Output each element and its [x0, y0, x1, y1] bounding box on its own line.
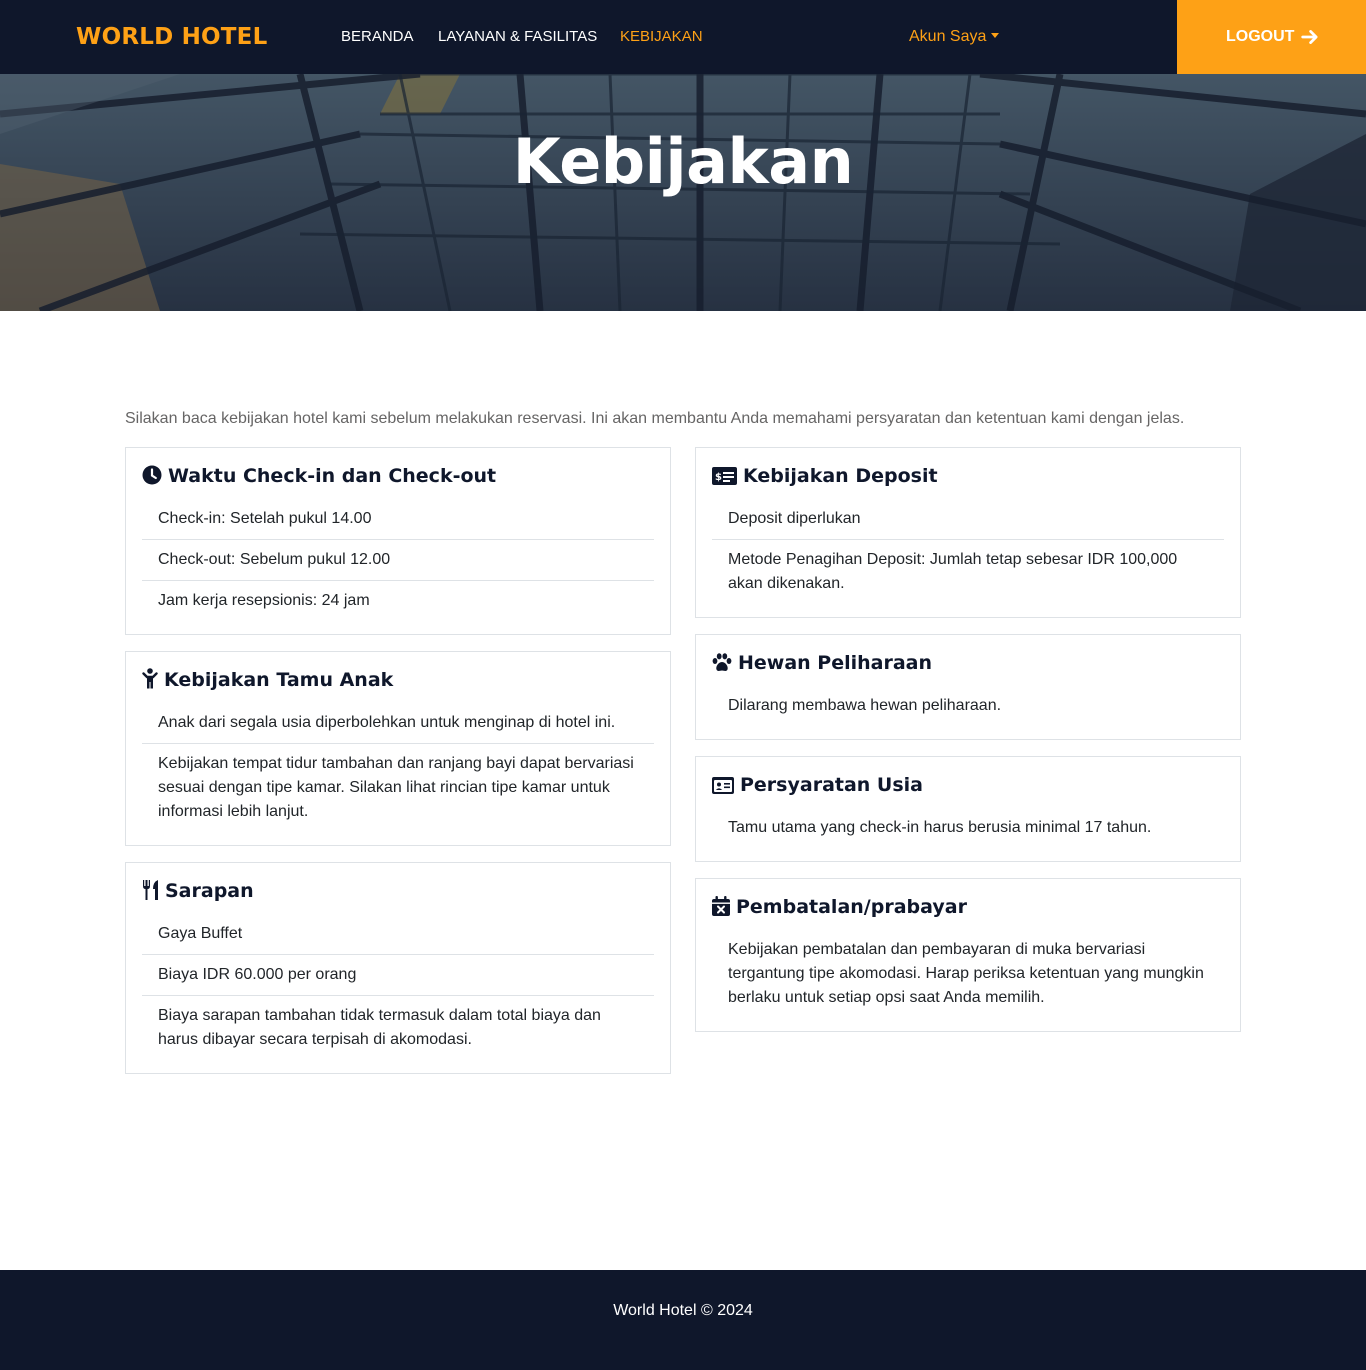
card-title-text: Pembatalan/prabayar [736, 896, 967, 918]
policy-list: Tamu utama yang check-in harus berusia m… [712, 808, 1224, 848]
policy-list: Gaya Buffet Biaya IDR 60.000 per orang B… [142, 914, 654, 1060]
card-title: Persyaratan Usia [712, 773, 923, 797]
account-dropdown[interactable]: Akun Saya [909, 27, 1000, 47]
list-item: Gaya Buffet [142, 914, 654, 955]
card-title: Pembatalan/prabayar [712, 895, 967, 919]
card-title-text: Kebijakan Tamu Anak [164, 669, 394, 691]
footer-copyright: World Hotel © 2024 [613, 1302, 753, 1319]
nav-link-layanan-fasilitas[interactable]: LAYANAN & FASILITAS [438, 27, 597, 47]
card-pet-policy: Hewan Peliharaan Dilarang membawa hewan … [695, 634, 1241, 740]
policy-list: Anak dari segala usia diperbolehkan untu… [142, 703, 654, 832]
arrow-right-icon [1301, 30, 1318, 44]
policy-list: Deposit diperlukan Metode Penagihan Depo… [712, 499, 1224, 604]
svg-text:$: $ [715, 472, 722, 483]
list-item: Kebijakan pembatalan dan pembayaran di m… [728, 941, 1204, 1006]
list-item: Tamu utama yang check-in harus berusia m… [728, 819, 1152, 836]
hero-banner: Kebijakan [0, 74, 1366, 311]
card-title: $ Kebijakan Deposit [712, 464, 938, 488]
logout-button[interactable]: LOGOUT [1177, 0, 1366, 74]
list-item: Anak dari segala usia diperbolehkan untu… [142, 703, 654, 744]
card-title-text: Kebijakan Deposit [743, 465, 938, 487]
policy-list: Dilarang membawa hewan peliharaan. [712, 686, 1224, 726]
card-deposit-policy: $ Kebijakan Deposit Deposit diperlukan M… [695, 447, 1241, 618]
list-item: Metode Penagihan Deposit: Jumlah tetap s… [728, 551, 1178, 592]
nav-link-beranda[interactable]: BERANDA [341, 27, 414, 47]
calendar-x-icon [712, 896, 730, 916]
id-card-icon [712, 777, 734, 794]
list-item: Biaya IDR 60.000 per orang [142, 955, 654, 996]
card-title-text: Waktu Check-in dan Check-out [168, 465, 497, 487]
logout-label: LOGOUT [1226, 28, 1295, 45]
card-breakfast: Sarapan Gaya Buffet Biaya IDR 60.000 per… [125, 862, 671, 1074]
list-item: Kebijakan tempat tidur tambahan dan ranj… [158, 755, 634, 820]
card-title: Sarapan [142, 879, 254, 903]
card-child-policy: Kebijakan Tamu Anak Anak dari segala usi… [125, 651, 671, 846]
navbar: WORLD HOTEL BERANDA LAYANAN & FASILITAS … [0, 0, 1366, 74]
account-label: Akun Saya [909, 28, 987, 45]
list-item: Jam kerja resepsionis: 24 jam [158, 592, 370, 609]
card-checkin-checkout: Waktu Check-in dan Check-out Check-in: S… [125, 447, 671, 635]
card-title: Kebijakan Tamu Anak [142, 668, 393, 692]
money-check-icon: $ [712, 467, 737, 485]
caret-down-icon [991, 33, 1000, 38]
list-item: Dilarang membawa hewan peliharaan. [728, 697, 1002, 714]
brand-logo[interactable]: WORLD HOTEL [76, 22, 267, 52]
clock-icon [142, 465, 162, 485]
paw-icon [712, 653, 732, 671]
card-title: Hewan Peliharaan [712, 651, 932, 675]
card-age-requirement: Persyaratan Usia Tamu utama yang check-i… [695, 756, 1241, 862]
list-item: Biaya sarapan tambahan tidak termasuk da… [158, 1007, 601, 1048]
footer: World Hotel © 2024 [0, 1270, 1366, 1370]
policy-list: Kebijakan pembatalan dan pembayaran di m… [712, 930, 1224, 1018]
card-title-text: Sarapan [165, 880, 254, 902]
page-title: Kebijakan [512, 125, 854, 198]
card-title-text: Persyaratan Usia [740, 774, 924, 796]
policy-list: Check-in: Setelah pukul 14.00 Check-out:… [142, 499, 654, 621]
list-item: Check-out: Sebelum pukul 12.00 [142, 540, 654, 581]
nav-link-kebijakan[interactable]: KEBIJAKAN [620, 27, 703, 47]
list-item: Deposit diperlukan [712, 499, 1224, 540]
intro-text: Silakan baca kebijakan hotel kami sebelu… [125, 410, 1185, 427]
card-title: Waktu Check-in dan Check-out [142, 464, 496, 488]
card-cancellation-policy: Pembatalan/prabayar Kebijakan pembatalan… [695, 878, 1241, 1032]
child-icon [142, 668, 158, 689]
card-title-text: Hewan Peliharaan [738, 652, 933, 674]
list-item: Check-in: Setelah pukul 14.00 [142, 499, 654, 540]
utensils-icon [143, 880, 158, 900]
